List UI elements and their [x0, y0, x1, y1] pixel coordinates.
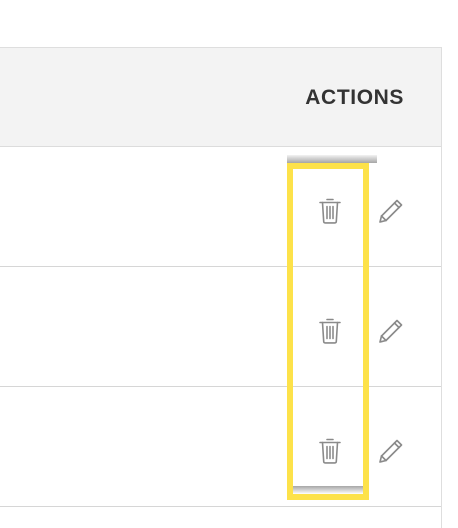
pencil-icon — [379, 439, 403, 463]
delete-button[interactable] — [318, 317, 342, 345]
delete-button[interactable] — [318, 437, 342, 465]
table-row — [0, 147, 441, 267]
page-canvas: ACTIONS — [0, 0, 458, 528]
trash-icon — [319, 438, 341, 464]
pencil-icon — [379, 199, 403, 223]
edit-button[interactable] — [377, 437, 405, 465]
delete-button[interactable] — [318, 197, 342, 225]
column-header-actions: ACTIONS — [305, 86, 404, 109]
trash-icon — [319, 318, 341, 344]
edit-button[interactable] — [377, 317, 405, 345]
table-header-row: ACTIONS — [0, 48, 441, 147]
table-row — [0, 387, 441, 507]
edit-button[interactable] — [377, 197, 405, 225]
table-row — [0, 267, 441, 387]
pencil-icon — [379, 319, 403, 343]
data-table: ACTIONS — [0, 47, 442, 528]
trash-icon — [319, 198, 341, 224]
